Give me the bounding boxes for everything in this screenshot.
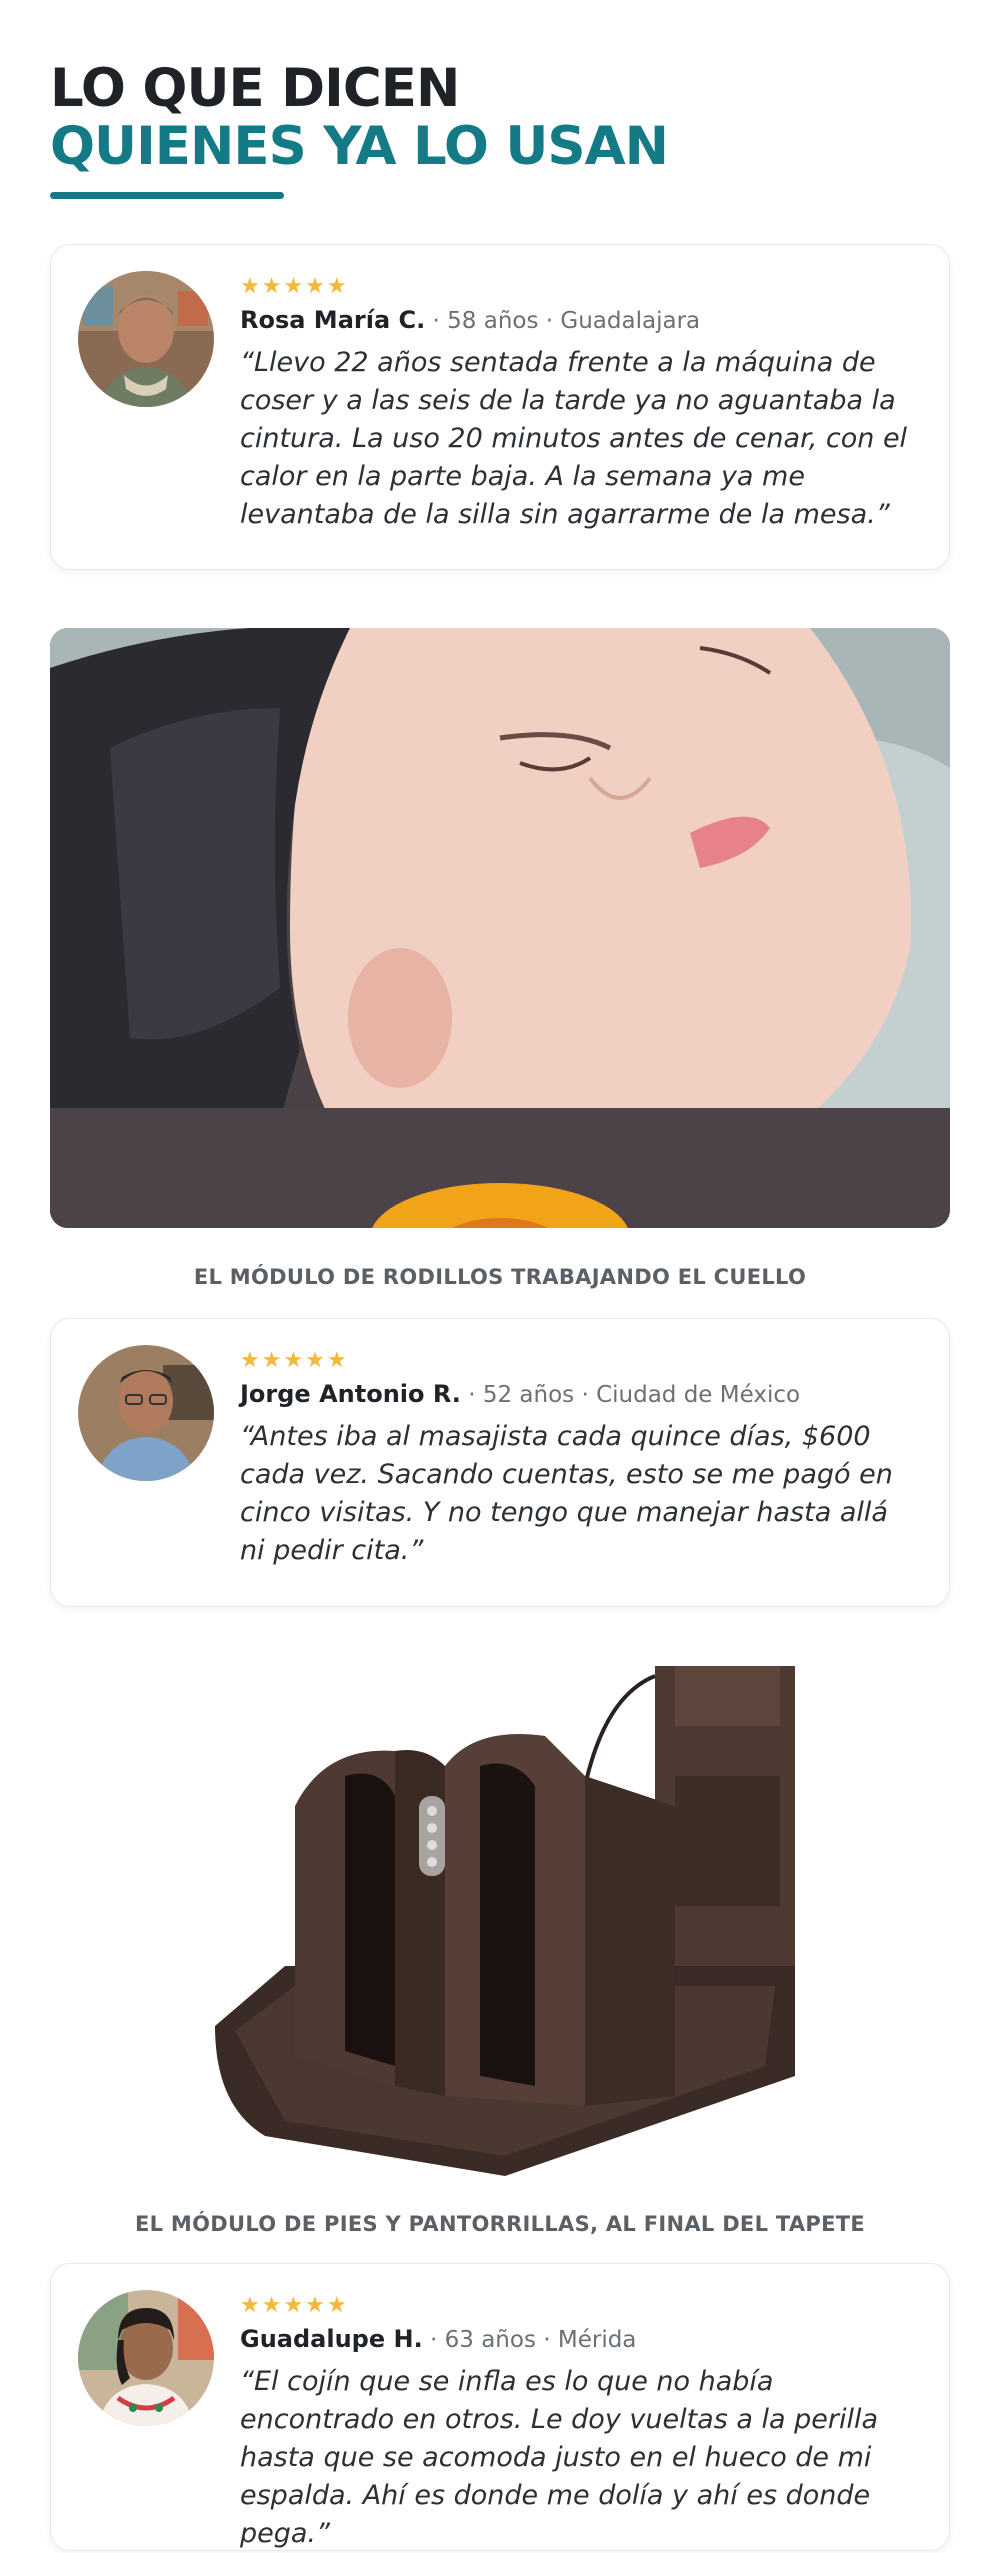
neck-massage-photo <box>50 628 950 1228</box>
foot-massager-photo <box>205 1666 795 2176</box>
section-header: LO QUE DICEN QUIENES YA LO USAN <box>50 58 669 199</box>
avatar-photo <box>78 1345 214 1481</box>
reviewer-info: 52 años · Ciudad de México <box>482 1382 801 1408</box>
reviewer-info: 63 años · Mérida <box>444 2327 637 2353</box>
feet-caption: EL MÓDULO DE PIES Y PANTORRILLAS, AL FIN… <box>134 2212 866 2236</box>
reviewer-name: Rosa María C. <box>240 306 426 334</box>
reviewer-meta: Rosa María C. · 58 años · Guadalajara <box>240 305 919 336</box>
avatar-photo <box>78 2290 214 2426</box>
review-quote: “El cojín que se infla es lo que no habí… <box>240 2366 879 2549</box>
neck-caption: EL MÓDULO DE RODILLOS TRABAJANDO EL CUEL… <box>193 1265 807 1289</box>
rating-stars: ★★★★★ <box>240 1348 349 1373</box>
review-quote: “Antes iba al masajista cada quince días… <box>240 1421 893 1566</box>
rating-stars: ★★★★★ <box>240 274 349 299</box>
review-body: ★★★★★ Rosa María C. · 58 años · Guadalaj… <box>240 275 919 534</box>
review-quote: “Llevo 22 años sentada frente a la máqui… <box>240 347 908 530</box>
reviewer-name: Guadalupe H. <box>240 2325 423 2353</box>
testimonials-page: LO QUE DICEN QUIENES YA LO USAN ★★★★★ Ro… <box>0 0 1000 2553</box>
review-card: ★★★★★ Rosa María C. · 58 años · Guadalaj… <box>50 244 950 570</box>
reviewer-meta: Guadalupe H. · 63 años · Mérida <box>240 2324 919 2355</box>
rating-stars: ★★★★★ <box>240 2293 349 2318</box>
review-card: ★★★★★ Guadalupe H. · 63 años · Mérida “E… <box>50 2263 950 2551</box>
avatar-photo <box>78 271 214 407</box>
avatar <box>78 271 214 407</box>
title-line-1: LO QUE DICEN <box>50 58 460 119</box>
reviewer-meta: Jorge Antonio R. · 52 años · Ciudad de M… <box>240 1379 919 1410</box>
avatar <box>78 1345 214 1481</box>
avatar <box>78 2290 214 2426</box>
reviewer-info: 58 años · Guadalajara <box>447 308 701 334</box>
meta-separator: · <box>425 308 448 334</box>
section-title: LO QUE DICEN QUIENES YA LO USAN <box>50 58 669 177</box>
meta-separator: · <box>422 2327 445 2353</box>
review-body: ★★★★★ Guadalupe H. · 63 años · Mérida “E… <box>240 2294 919 2553</box>
meta-separator: · <box>460 1382 483 1408</box>
neck-massage-image <box>50 628 950 1228</box>
review-card: ★★★★★ Jorge Antonio R. · 52 años · Ciuda… <box>50 1318 950 1607</box>
review-body: ★★★★★ Jorge Antonio R. · 52 años · Ciuda… <box>240 1349 919 1570</box>
title-line-2: QUIENES YA LO USAN <box>50 116 669 177</box>
reviewer-name: Jorge Antonio R. <box>240 1380 461 1408</box>
title-underline <box>50 192 284 199</box>
foot-massager-image <box>205 1666 795 2176</box>
